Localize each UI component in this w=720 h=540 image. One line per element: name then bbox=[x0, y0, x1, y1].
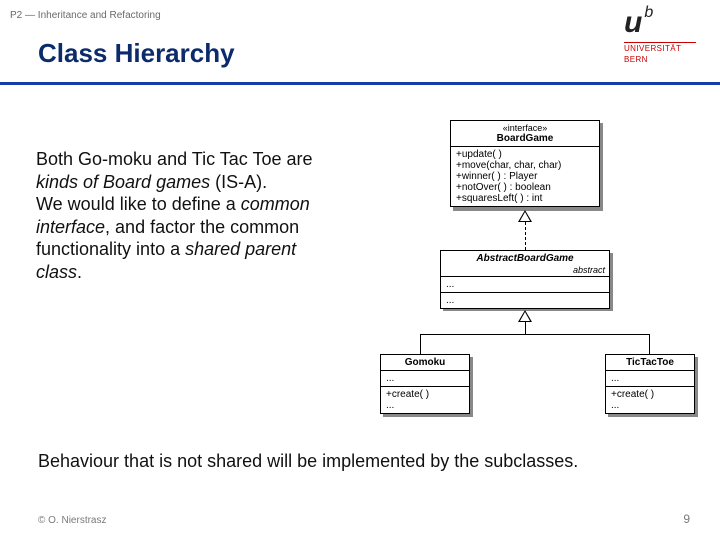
uml-attrs: ... bbox=[381, 371, 469, 387]
uml-op: +squaresLeft( ) : int bbox=[456, 193, 594, 204]
uml-op: +update( ) bbox=[456, 149, 594, 160]
uml-interface-ops: +update( ) +move(char, char, char) +winn… bbox=[451, 147, 599, 206]
page-title: Class Hierarchy bbox=[38, 38, 235, 69]
uml-class-gomoku: Gomoku ... +create( ) ... bbox=[380, 354, 470, 414]
uml-ops: ... bbox=[441, 293, 609, 308]
uml-line bbox=[420, 334, 421, 354]
uml-ops: +create( ) ... bbox=[606, 387, 694, 413]
body-text-1b: kinds of Board games bbox=[36, 172, 210, 192]
uml-abstract-header: AbstractBoardGame abstract bbox=[441, 251, 609, 277]
uml-attrs: ... bbox=[606, 371, 694, 387]
uml-generalization-arrowhead bbox=[518, 310, 532, 322]
logo-text-line1: UNIVERSITÄT bbox=[624, 45, 696, 54]
uml-op: ... bbox=[386, 400, 464, 411]
uml-op: ... bbox=[611, 400, 689, 411]
logo-letter-b: b bbox=[644, 4, 653, 22]
uml-class-name: TicTacToe bbox=[606, 355, 694, 371]
uml-op: +notOver( ) : boolean bbox=[456, 182, 594, 193]
uml-op: +move(char, char, char) bbox=[456, 160, 594, 171]
bottom-paragraph: Behaviour that is not shared will be imp… bbox=[38, 450, 682, 473]
breadcrumb: P2 — Inheritance and Refactoring bbox=[10, 10, 161, 21]
body-paragraph: Both Go-moku and Tic Tac Toe are kinds o… bbox=[36, 148, 326, 283]
uml-line bbox=[525, 322, 526, 334]
uml-ops: +create( ) ... bbox=[381, 387, 469, 413]
uml-interface-boardgame: «interface» BoardGame +update( ) +move(c… bbox=[450, 120, 600, 207]
uml-diagram: «interface» BoardGame +update( ) +move(c… bbox=[370, 120, 700, 430]
uml-realization-arrowhead bbox=[518, 210, 532, 222]
uml-class-name: AbstractBoardGame bbox=[441, 251, 609, 264]
header: P2 — Inheritance and Refactoring Class H… bbox=[0, 0, 720, 95]
uml-attrs: ... bbox=[441, 277, 609, 293]
footer-copyright: © O. Nierstrasz bbox=[38, 515, 107, 526]
uml-line bbox=[420, 334, 650, 335]
uml-stereotype: «interface» bbox=[451, 123, 599, 133]
uml-line bbox=[649, 334, 650, 354]
logo-divider bbox=[624, 42, 696, 43]
logo-text-line2: BERN bbox=[624, 56, 696, 65]
university-logo: ub UNIVERSITÄT BERN bbox=[624, 6, 696, 65]
uml-class-tictactoe: TicTacToe ... +create( ) ... bbox=[605, 354, 695, 414]
uml-realization-line bbox=[525, 222, 526, 250]
body-text-2a: We would like to define a bbox=[36, 194, 241, 214]
uml-class-name: Gomoku bbox=[381, 355, 469, 371]
uml-class-name: BoardGame bbox=[451, 133, 599, 144]
title-underline bbox=[0, 82, 720, 85]
uml-interface-header: «interface» BoardGame bbox=[451, 121, 599, 147]
slide: P2 — Inheritance and Refactoring Class H… bbox=[0, 0, 720, 540]
page-number: 9 bbox=[683, 512, 690, 526]
body-text-2e: . bbox=[77, 262, 82, 282]
logo-letter-u: u bbox=[624, 6, 642, 40]
body-text-1a: Both Go-moku and Tic Tac Toe are bbox=[36, 149, 313, 169]
uml-op: +create( ) bbox=[611, 389, 689, 400]
uml-op: +winner( ) : Player bbox=[456, 171, 594, 182]
uml-abstract-tag: abstract bbox=[441, 264, 609, 276]
uml-op: +create( ) bbox=[386, 389, 464, 400]
uml-class-abstractboardgame: AbstractBoardGame abstract ... ... bbox=[440, 250, 610, 309]
body-text-1c: (IS-A). bbox=[210, 172, 267, 192]
